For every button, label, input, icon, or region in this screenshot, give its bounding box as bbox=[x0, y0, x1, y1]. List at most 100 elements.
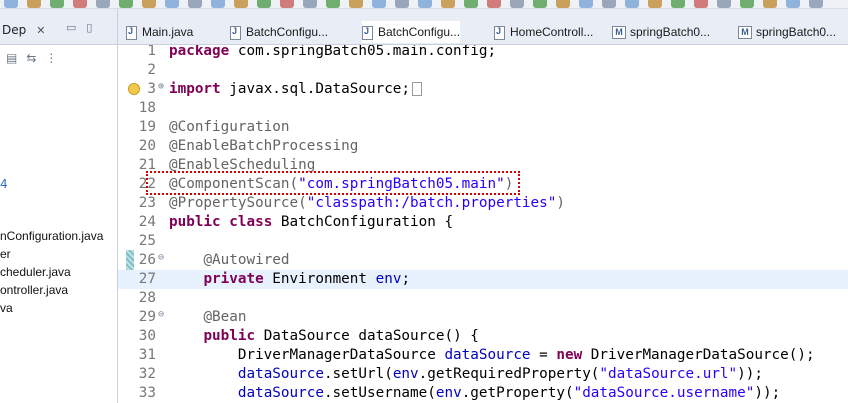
code-text: @Configuration bbox=[169, 118, 290, 137]
toolbar-button[interactable] bbox=[556, 0, 570, 8]
toolbar-button[interactable] bbox=[4, 0, 18, 8]
toolbar-button[interactable] bbox=[73, 0, 87, 8]
toolbar-button[interactable] bbox=[625, 0, 639, 8]
toolbar-button[interactable] bbox=[142, 0, 156, 8]
code-token: Environment bbox=[263, 271, 376, 287]
toolbar-button[interactable] bbox=[165, 0, 179, 8]
tree-item[interactable]: cheduler.java bbox=[0, 265, 71, 279]
toolbar-button[interactable] bbox=[671, 0, 685, 8]
collapse-fold-icon[interactable]: ⊖ bbox=[158, 248, 164, 267]
line-number: 28 bbox=[138, 290, 156, 306]
maximize-icon[interactable]: ▯ bbox=[86, 21, 92, 34]
toolbar-button[interactable] bbox=[602, 0, 616, 8]
code-token: @Configuration bbox=[169, 119, 290, 135]
line-number: 32 bbox=[138, 366, 156, 382]
toolbar-button[interactable] bbox=[234, 0, 248, 8]
toolbar-button[interactable] bbox=[303, 0, 317, 8]
code-line[interactable]: 26 ⊖ @Autowired bbox=[118, 251, 848, 270]
left-panel-tab-bar: Dep ✕ ▭ ▯ bbox=[0, 9, 117, 45]
link-editor-icon[interactable]: ⇆ bbox=[26, 51, 36, 65]
editor-tab[interactable]: MspringBatch0... bbox=[612, 21, 710, 43]
code-line[interactable]: 1 package com.springBatch05.main.config; bbox=[118, 45, 848, 61]
toolbar-button[interactable] bbox=[740, 0, 754, 8]
code-token: DataSource dataSource() { bbox=[255, 328, 479, 344]
toolbar-button[interactable] bbox=[694, 0, 708, 8]
editor-tab[interactable]: MspringBatch0... bbox=[738, 21, 836, 43]
toolbar-button[interactable] bbox=[372, 0, 386, 8]
code-line[interactable]: 27 private Environment env; bbox=[118, 270, 848, 289]
collapsed-imports-box[interactable] bbox=[412, 82, 423, 96]
toolbar-button[interactable] bbox=[326, 0, 340, 8]
code-line[interactable]: 32 dataSource.setUrl(env.getRequiredProp… bbox=[118, 365, 848, 384]
toolbar-button[interactable] bbox=[717, 0, 731, 8]
code-token: "dataSource.username" bbox=[573, 385, 755, 401]
code-text: DriverManagerDataSource dataSource = new… bbox=[169, 346, 815, 365]
editor-tab[interactable]: HomeControll... bbox=[494, 21, 593, 43]
toolbar-button[interactable] bbox=[441, 0, 455, 8]
code-line[interactable]: 30 public DataSource dataSource() { bbox=[118, 327, 848, 346]
code-line[interactable]: 28 bbox=[118, 289, 848, 308]
code-line[interactable]: 3 ⊕ import javax.sql.DataSource; bbox=[118, 80, 848, 99]
collapse-all-icon[interactable]: ▤ bbox=[6, 51, 17, 65]
tree-item[interactable]: va bbox=[0, 301, 13, 315]
minimize-icon[interactable]: ▭ bbox=[66, 21, 76, 34]
tree-item[interactable]: 4 bbox=[0, 177, 8, 191]
line-number: 18 bbox=[138, 100, 156, 116]
collapse-fold-icon[interactable]: ⊖ bbox=[158, 305, 164, 324]
code-token: new bbox=[556, 347, 583, 363]
toolbar-button[interactable] bbox=[533, 0, 547, 8]
view-menu-icon[interactable]: ⋮ bbox=[45, 51, 57, 65]
toolbar-button[interactable] bbox=[809, 0, 823, 8]
toolbar-button[interactable] bbox=[579, 0, 593, 8]
maven-file-icon: M bbox=[612, 25, 626, 39]
toolbar-button[interactable] bbox=[786, 0, 800, 8]
tree-item[interactable]: nConfiguration.java bbox=[0, 229, 103, 243]
editor-tab[interactable]: Main.java bbox=[126, 21, 193, 43]
code-token: public bbox=[169, 214, 221, 230]
toolbar-button[interactable] bbox=[395, 0, 409, 8]
editor-tab[interactable]: BatchConfigu... bbox=[230, 21, 328, 43]
toolbar-button[interactable] bbox=[96, 0, 110, 8]
code-line[interactable]: 23 @PropertySource("classpath:/batch.prop… bbox=[118, 194, 848, 213]
code-line[interactable]: 20 @EnableBatchProcessing bbox=[118, 137, 848, 156]
code-text: public class BatchConfiguration { bbox=[169, 213, 453, 232]
toolbar-button[interactable] bbox=[119, 0, 133, 8]
code-line[interactable]: 31 DriverManagerDataSource dataSource = … bbox=[118, 346, 848, 365]
code-line[interactable]: 19 @Configuration bbox=[118, 118, 848, 137]
code-token: public bbox=[203, 328, 256, 344]
toolbar-button[interactable] bbox=[50, 0, 64, 8]
toolbar-button[interactable] bbox=[349, 0, 363, 8]
toolbar-button[interactable] bbox=[211, 0, 225, 8]
code-token: .setUsername( bbox=[323, 385, 436, 401]
code-line[interactable]: 24 public class BatchConfiguration { bbox=[118, 213, 848, 232]
toolbar-button[interactable] bbox=[280, 0, 294, 8]
code-token: class bbox=[229, 214, 273, 230]
toolbar-button[interactable] bbox=[257, 0, 271, 8]
close-icon[interactable]: ✕ bbox=[36, 24, 45, 37]
tree-item[interactable]: er bbox=[0, 247, 11, 261]
code-token: package bbox=[169, 45, 230, 59]
tree-item[interactable]: ontroller.java bbox=[0, 283, 68, 297]
toolbar-button[interactable] bbox=[510, 0, 524, 8]
toolbar-button[interactable] bbox=[464, 0, 478, 8]
code-line[interactable]: 33 dataSource.setUsername(env.getPropert… bbox=[118, 384, 848, 403]
code-token: "dataSource.url" bbox=[599, 366, 738, 382]
code-line[interactable]: 29 ⊖ @Bean bbox=[118, 308, 848, 327]
toolbar-button[interactable] bbox=[27, 0, 41, 8]
code-editor[interactable]: 1 package com.springBatch05.main.config; 2… bbox=[118, 45, 848, 403]
toolbar-button[interactable] bbox=[763, 0, 777, 8]
code-token: DriverManagerDataSource(); bbox=[582, 347, 815, 363]
expand-fold-icon[interactable]: ⊕ bbox=[158, 77, 164, 96]
editor-tab[interactable]: BatchConfigu... bbox=[362, 21, 461, 43]
java-file-icon bbox=[126, 25, 137, 40]
toolbar-button[interactable] bbox=[188, 0, 202, 8]
code-line[interactable]: 18 bbox=[118, 99, 848, 118]
toolbar-button[interactable] bbox=[648, 0, 662, 8]
code-line[interactable]: 25 bbox=[118, 232, 848, 251]
code-line[interactable]: 2 bbox=[118, 61, 848, 80]
toolbar-button[interactable] bbox=[487, 0, 501, 8]
tab-package-explorer[interactable]: Dep ✕ bbox=[0, 18, 45, 42]
toolbar-button[interactable] bbox=[418, 0, 432, 8]
